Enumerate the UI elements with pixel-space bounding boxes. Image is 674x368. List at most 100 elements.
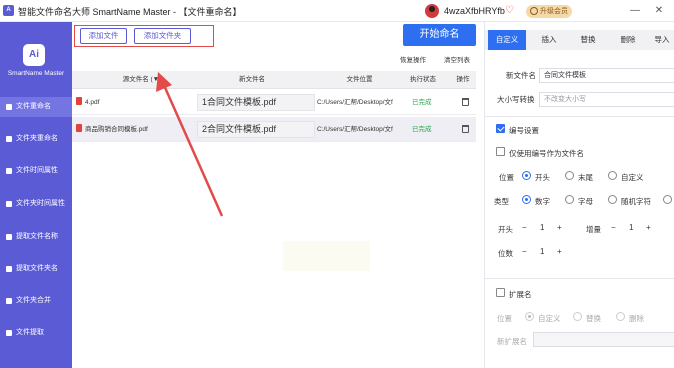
position-custom-radio[interactable]: [608, 171, 617, 180]
sidebar-item-label: 提取文件夹名: [16, 265, 58, 272]
type-random-label: 随机字符: [621, 197, 651, 206]
position-end-label: 末尾: [578, 173, 593, 182]
start-stepper[interactable]: − 1 +: [520, 221, 566, 235]
status-cell: 已完成: [412, 99, 432, 106]
type-number-radio[interactable]: [522, 195, 531, 204]
position-label: 位置: [499, 173, 514, 182]
new-name-input[interactable]: 合同文件模板: [539, 68, 674, 83]
divider: [485, 278, 674, 279]
upgrade-member-button[interactable]: 升级会员: [526, 5, 572, 18]
new-name-cell: 2合同文件模板.pdf: [197, 121, 315, 138]
sidebar-item-label: 文件时间属性: [16, 167, 58, 174]
merge-icon: [6, 298, 12, 304]
digits-label: 位数: [498, 249, 513, 258]
add-folder-button[interactable]: 添加文件夹: [134, 28, 191, 44]
minimize-button[interactable]: —: [628, 4, 642, 18]
only-numbering-checkbox[interactable]: [496, 147, 505, 156]
sidebar-item-extract-filename[interactable]: 提取文件名称: [0, 227, 72, 247]
trash-icon[interactable]: [462, 125, 469, 133]
type-random-radio[interactable]: [608, 195, 617, 204]
position-start-radio[interactable]: [522, 171, 531, 180]
sidebar-item-label: 提取文件名称: [16, 233, 58, 240]
add-file-button[interactable]: 添加文件: [80, 28, 127, 44]
ext-replace-radio[interactable]: [573, 312, 582, 321]
upgrade-label: 升级会员: [540, 8, 568, 15]
file-icon: [6, 104, 12, 110]
only-numbering-label: 仅使用编号作为文件名: [509, 149, 584, 158]
digits-stepper[interactable]: − 1 +: [520, 245, 566, 259]
type-number-label: 数字: [535, 197, 550, 206]
sidebar-item-folder-merge[interactable]: 文件夹合并: [0, 291, 72, 311]
restore-button[interactable]: 恢复操作: [400, 54, 426, 64]
sidebar-item-folder-time[interactable]: 文件夹时间属性: [0, 194, 72, 214]
start-rename-button[interactable]: 开始命名: [403, 24, 476, 46]
brand-name: SmartName Master: [7, 70, 65, 77]
clear-list-button[interactable]: 清空列表: [444, 54, 470, 64]
ext-delete-radio[interactable]: [616, 312, 625, 321]
sidebar-item-file-time[interactable]: 文件时间属性: [0, 161, 72, 181]
table-row[interactable]: 4.pdf 1合同文件模板.pdf C:/Users/汇帮/Desktop/文f…: [72, 90, 476, 115]
decrement-icon[interactable]: −: [522, 245, 527, 259]
increment-icon[interactable]: +: [557, 221, 562, 235]
extension-label: 扩展名: [509, 290, 532, 299]
status-cell: 已完成: [412, 126, 432, 133]
type-more-radio[interactable]: [663, 195, 672, 204]
numbering-checkbox[interactable]: [496, 124, 505, 133]
decrement-icon[interactable]: −: [611, 221, 616, 235]
ext-custom-radio[interactable]: [525, 312, 534, 321]
type-label: 类型: [494, 197, 509, 206]
close-button[interactable]: ✕: [652, 4, 666, 18]
sidebar-item-label: 文件重命名: [16, 103, 51, 110]
empty-area-watermark: [283, 241, 370, 271]
tab-replace[interactable]: 替换: [569, 30, 607, 50]
column-original-name[interactable]: 源文件名 (▼): [92, 71, 192, 89]
original-name-cell: 4.pdf: [85, 99, 100, 106]
tab-import[interactable]: 导入: [649, 30, 674, 50]
new-ext-label: 新扩展名: [497, 337, 527, 346]
extension-checkbox[interactable]: [496, 288, 505, 297]
location-cell: C:/Users/汇帮/Desktop/文f: [317, 126, 393, 133]
ext-custom-label: 自定义: [538, 314, 561, 323]
tab-delete[interactable]: 删除: [609, 30, 647, 50]
settings-panel: 自定义 插入 替换 删除 导入 新文件名 合同文件模板 大小写转换 不改变大小写…: [484, 22, 674, 368]
sidebar: Ai SmartName Master 文件重命名 文件夹重命名 文件时间属性 …: [0, 22, 72, 368]
crown-icon: [530, 7, 538, 15]
clock-icon: [6, 168, 12, 174]
user-avatar[interactable]: [425, 4, 439, 18]
sidebar-item-folder-rename[interactable]: 文件夹重命名: [0, 129, 72, 149]
pdf-icon: [76, 97, 82, 105]
position-end-radio[interactable]: [565, 171, 574, 180]
tab-custom[interactable]: 自定义: [488, 30, 526, 50]
trash-icon[interactable]: [462, 98, 469, 106]
increment-icon[interactable]: +: [646, 221, 651, 235]
column-new-name: 新文件名: [239, 76, 265, 83]
type-letter-label: 字母: [578, 197, 593, 206]
sidebar-item-extract-foldername[interactable]: 提取文件夹名: [0, 259, 72, 279]
increment-stepper[interactable]: − 1 +: [609, 221, 655, 235]
column-location: 文件位置: [346, 76, 373, 83]
type-letter-radio[interactable]: [565, 195, 574, 204]
tab-insert[interactable]: 插入: [530, 30, 568, 50]
app-logo-icon: A: [3, 5, 14, 16]
divider: [485, 116, 674, 117]
user-name[interactable]: 4wzaXfbHRYfb: [444, 6, 505, 16]
table-row[interactable]: 商品购销合同模板.pdf 2合同文件模板.pdf C:/Users/汇帮/Des…: [72, 117, 476, 142]
sidebar-item-file-rename[interactable]: 文件重命名: [0, 97, 72, 117]
new-ext-input[interactable]: [533, 332, 674, 347]
extract-icon: [6, 266, 12, 272]
case-convert-select[interactable]: 不改变大小写: [539, 92, 674, 107]
ext-position-label: 位置: [497, 314, 512, 323]
sidebar-item-label: 文件夹时间属性: [16, 200, 65, 207]
sidebar-item-label: 文件夹合并: [16, 297, 51, 304]
start-value: 1: [540, 223, 545, 232]
sidebar-item-label: 文件夹重命名: [16, 135, 58, 142]
column-status: 执行状态: [410, 76, 436, 83]
folder-icon: [6, 136, 12, 142]
clock-icon: [6, 201, 12, 207]
brand-logo-icon: Ai: [23, 44, 45, 66]
sidebar-item-file-extract[interactable]: 文件提取: [0, 323, 72, 343]
sidebar-item-label: 文件提取: [16, 329, 44, 336]
increment-icon[interactable]: +: [557, 245, 562, 259]
decrement-icon[interactable]: −: [522, 221, 527, 235]
position-custom-label: 自定义: [621, 173, 644, 182]
